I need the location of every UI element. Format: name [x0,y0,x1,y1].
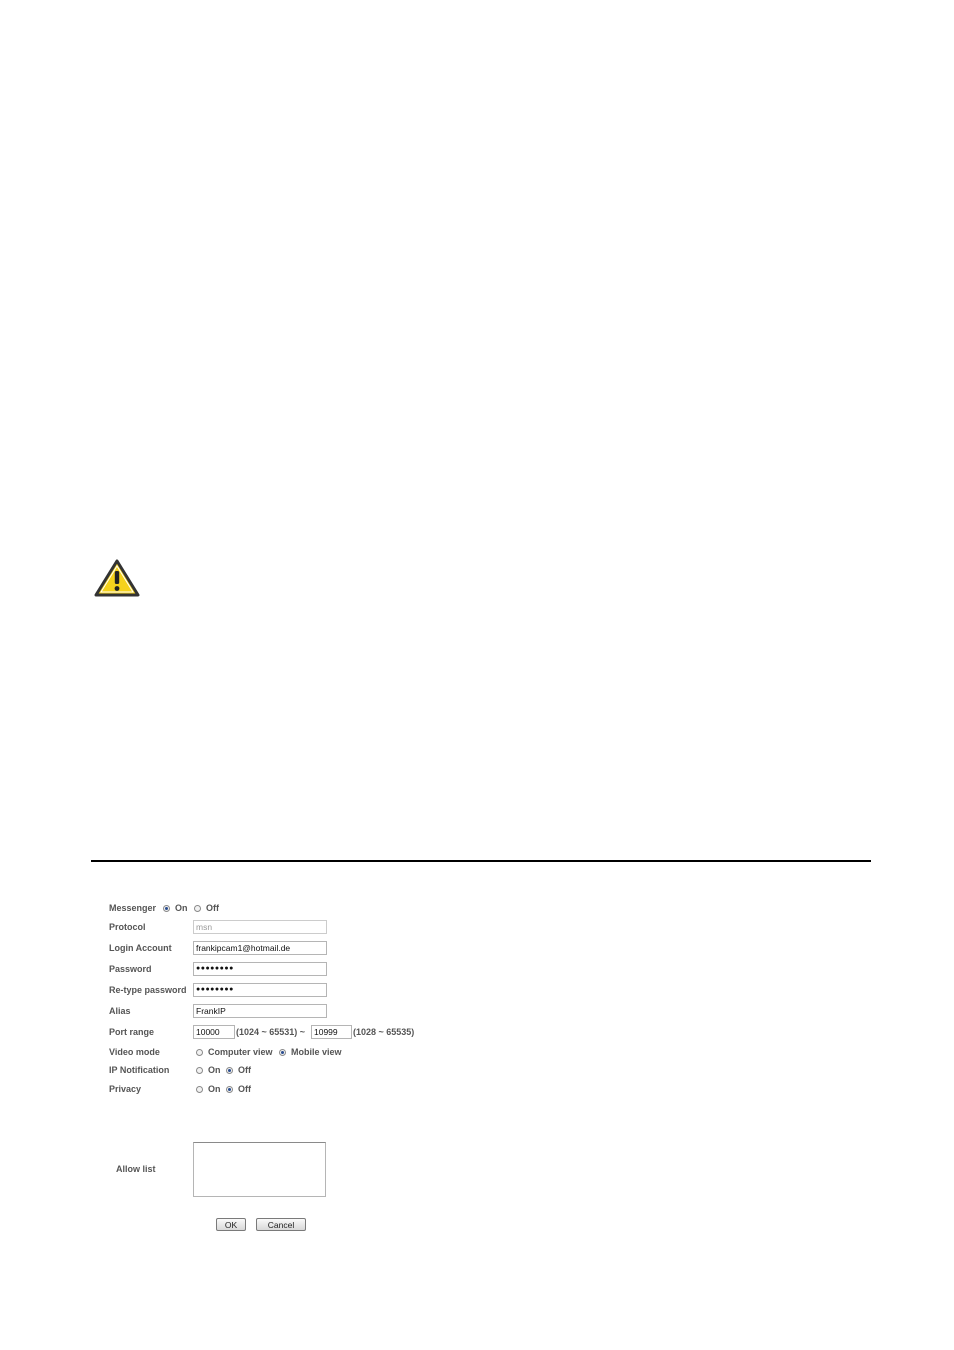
messenger-off-radio[interactable] [194,905,201,912]
allow-list-textarea[interactable] [193,1142,326,1197]
password-label: Password [109,964,152,974]
ip-notification-off-radio[interactable] [226,1067,233,1074]
ip-notification-on-radio[interactable] [196,1067,203,1074]
login-account-field[interactable]: frankipcam1@hotmail.de [193,941,327,955]
port-range-to-hint: (1028 ~ 65535) [353,1027,415,1037]
port-range-label: Port range [109,1027,155,1037]
messenger-on-label: On [175,903,188,913]
port-range-from-hint: (1024 ~ 65531) ~ [236,1027,306,1037]
cancel-button[interactable]: Cancel [256,1218,306,1231]
privacy-label: Privacy [109,1084,142,1094]
video-mode-mobile-radio[interactable] [279,1049,286,1056]
ip-notification-off-label: Off [238,1065,251,1075]
port-range-from-field[interactable]: 10000 [193,1025,235,1039]
ip-notification-on-label: On [208,1065,221,1075]
protocol-field: msn [193,920,327,934]
privacy-on-radio[interactable] [196,1086,203,1093]
warning-triangle-icon [94,559,140,597]
port-range-to-field[interactable]: 10999 [311,1025,352,1039]
privacy-off-label: Off [238,1084,251,1094]
video-mode-mobile-label: Mobile view [291,1047,342,1057]
ip-notification-label: IP Notification [109,1065,170,1075]
video-mode-computer-label: Computer view [208,1047,273,1057]
video-mode-computer-radio[interactable] [196,1049,203,1056]
alias-field[interactable]: FrankIP [193,1004,327,1018]
privacy-off-radio[interactable] [226,1086,233,1093]
messenger-on-radio[interactable] [163,905,170,912]
privacy-on-label: On [208,1084,221,1094]
password-field[interactable]: ●●●●●●●● [193,962,327,976]
protocol-label: Protocol [109,922,146,932]
ok-button[interactable]: OK [216,1218,246,1231]
retype-password-label: Re-type password [109,985,187,995]
messenger-label: Messenger [109,903,157,913]
section-divider [91,860,871,862]
alias-label: Alias [109,1006,131,1016]
retype-password-field[interactable]: ●●●●●●●● [193,983,327,997]
messenger-off-label: Off [206,903,219,913]
video-mode-label: Video mode [109,1047,160,1057]
login-account-label: Login Account [109,943,172,953]
allow-list-label: Allow list [116,1164,156,1174]
